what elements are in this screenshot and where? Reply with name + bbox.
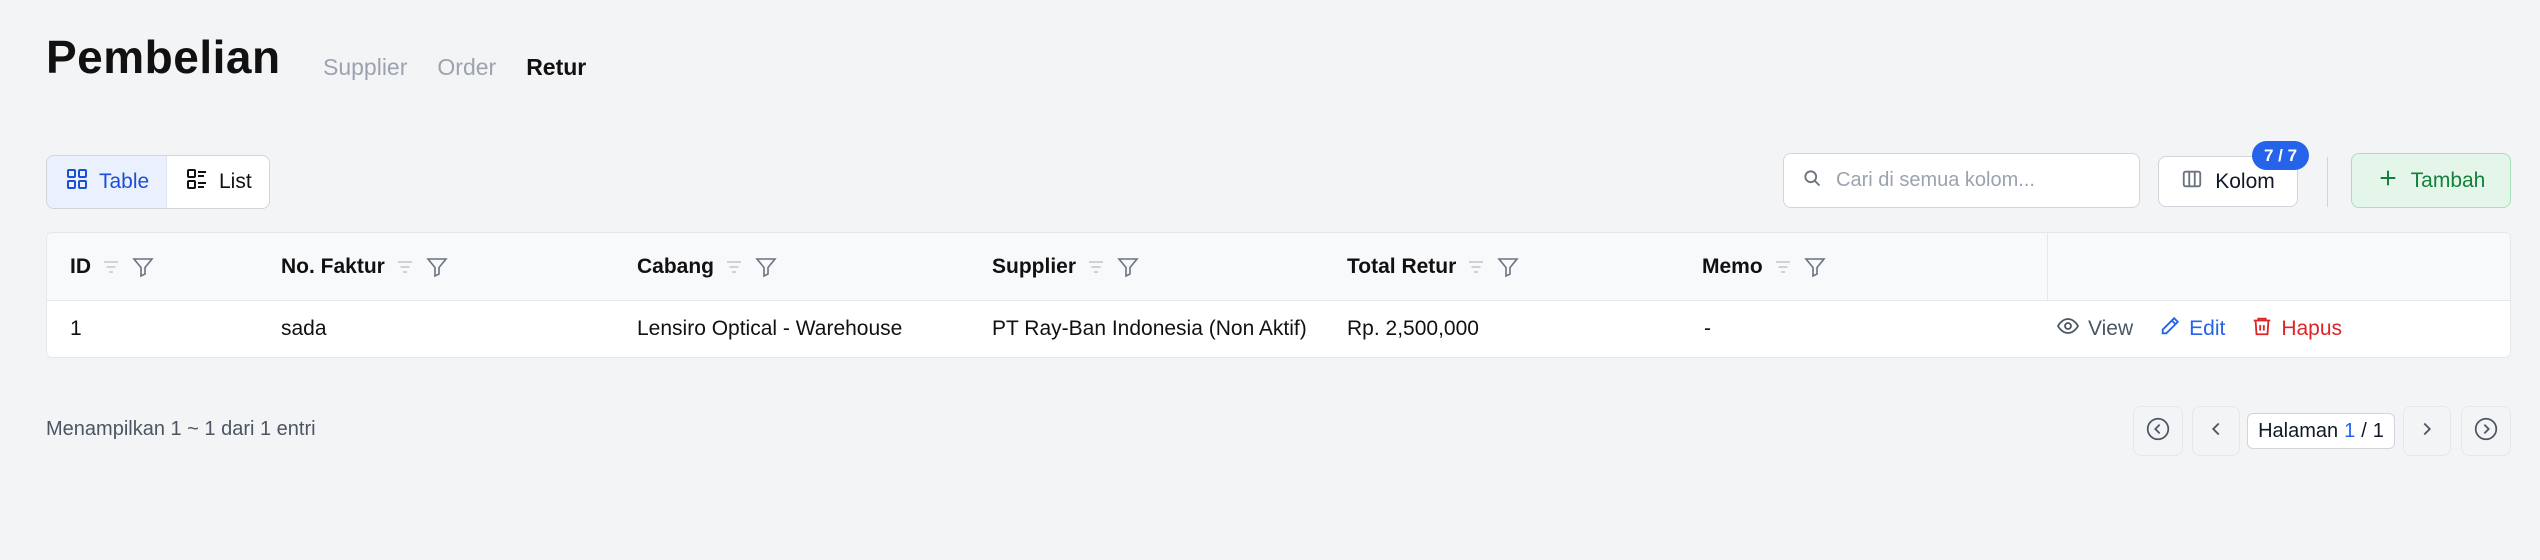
pencil-icon [2159, 315, 2181, 343]
column-label: Total Retur [1347, 255, 1457, 278]
search-box [1783, 153, 2140, 208]
filter-icon[interactable] [1116, 255, 1140, 279]
page-title: Pembelian [46, 31, 281, 83]
view-table-button[interactable]: Table [47, 156, 167, 208]
columns-count-badge: 7 / 7 [2252, 141, 2309, 170]
column-label: Supplier [992, 255, 1077, 278]
view-button[interactable]: View [2056, 314, 2133, 344]
sort-icon[interactable] [101, 257, 121, 277]
filter-icon[interactable] [1803, 255, 1827, 279]
column-header-cabang: Cabang [637, 233, 778, 301]
table-header: ID No. Faktur Cabang Supplier Total Retu… [47, 233, 2510, 301]
page-label: Halaman [2258, 419, 2339, 442]
trash-icon [2251, 315, 2273, 343]
chevrons-right-circle-icon [2473, 416, 2499, 447]
column-divider [2047, 233, 2048, 301]
edit-label: Edit [2189, 317, 2226, 340]
cell-no-faktur: sada [281, 317, 327, 340]
column-header-supplier: Supplier [992, 233, 1140, 301]
columns-icon [2181, 168, 2203, 196]
sort-icon[interactable] [1773, 257, 1793, 277]
first-page-button[interactable] [2133, 406, 2183, 456]
filter-icon[interactable] [131, 255, 155, 279]
delete-button[interactable]: Hapus [2251, 315, 2342, 343]
sort-icon[interactable] [724, 257, 744, 277]
cell-cabang: Lensiro Optical - Warehouse [637, 317, 903, 340]
table-row: 1 sada Lensiro Optical - Warehouse PT Ra… [47, 301, 2510, 357]
total-pages: 1 [2372, 419, 2384, 442]
column-header-no-faktur: No. Faktur [281, 233, 449, 301]
entries-info: Menampilkan 1 ~ 1 dari 1 entri [46, 418, 316, 440]
tab-supplier[interactable]: Supplier [323, 54, 407, 81]
search-icon [1802, 168, 1822, 193]
tab-order[interactable]: Order [437, 54, 496, 81]
chevron-left-icon [2205, 418, 2227, 445]
section-tabs: Supplier Order Retur [323, 54, 586, 81]
view-list-label: List [219, 170, 252, 193]
column-label: ID [70, 255, 91, 278]
page-indicator: Halaman 1 / 1 [2247, 413, 2395, 449]
columns-label: Kolom [2215, 169, 2275, 193]
last-page-button[interactable] [2461, 406, 2511, 456]
column-header-id: ID [70, 233, 155, 301]
grid-icon [65, 167, 89, 197]
cell-total-retur: Rp. 2,500,000 [1347, 317, 1479, 340]
add-label: Tambah [2410, 168, 2486, 192]
sort-icon[interactable] [395, 257, 415, 277]
search-input[interactable] [1836, 169, 2116, 192]
retur-table: ID No. Faktur Cabang Supplier Total Retu… [46, 232, 2511, 358]
row-actions: View Edit Hapus [2056, 301, 2342, 357]
column-header-total-retur: Total Retur [1347, 233, 1520, 301]
sort-icon[interactable] [1086, 257, 1106, 277]
edit-button[interactable]: Edit [2159, 315, 2225, 343]
filter-icon[interactable] [754, 255, 778, 279]
cell-supplier: PT Ray-Ban Indonesia (Non Aktif) [992, 317, 1307, 340]
chevron-right-icon [2416, 418, 2438, 445]
delete-label: Hapus [2281, 317, 2343, 340]
column-label: Cabang [637, 255, 715, 278]
view-list-button[interactable]: List [167, 156, 269, 208]
filter-icon[interactable] [1496, 255, 1520, 279]
current-page: 1 [2344, 419, 2356, 442]
column-label: Memo [1702, 255, 1763, 278]
view-label: View [2088, 317, 2134, 340]
plus-icon [2377, 167, 2399, 195]
list-icon [185, 167, 209, 197]
tab-retur[interactable]: Retur [526, 54, 586, 81]
next-page-button[interactable] [2403, 406, 2451, 456]
prev-page-button[interactable] [2192, 406, 2240, 456]
sort-icon[interactable] [1466, 257, 1486, 277]
view-toggle: Table List [46, 155, 270, 209]
chevrons-left-circle-icon [2145, 416, 2171, 447]
column-label: No. Faktur [281, 255, 385, 278]
add-button[interactable]: Tambah [2351, 153, 2511, 208]
toolbar-divider [2327, 157, 2328, 207]
view-table-label: Table [99, 170, 150, 193]
page-separator: / [2361, 419, 2367, 442]
filter-icon[interactable] [425, 255, 449, 279]
column-header-memo: Memo [1702, 233, 1827, 301]
eye-icon [2056, 314, 2080, 344]
cell-memo: - [1704, 317, 1711, 340]
cell-id: 1 [70, 317, 82, 340]
